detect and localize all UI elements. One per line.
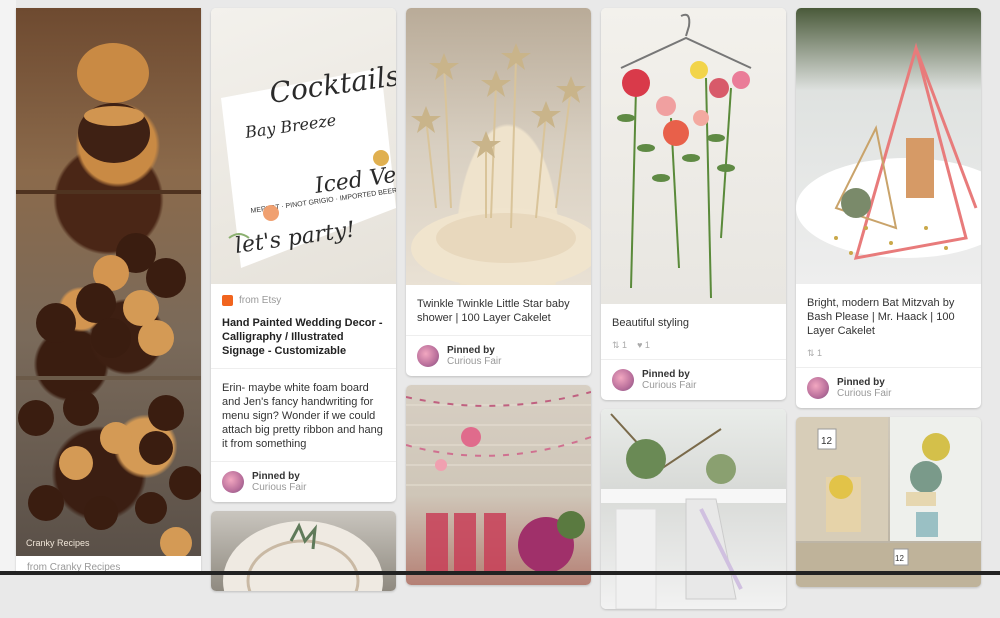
pin-flower-hanger[interactable]: Beautiful styling ⇅ 1 ♥ 1 Pinned by Curi… (601, 8, 786, 400)
pin-table-plates[interactable] (211, 511, 396, 591)
star-cake-photo (411, 43, 591, 285)
etsy-icon (222, 295, 233, 306)
flower-hanger-photo (617, 13, 752, 299)
pinned-by[interactable]: Pinned by Curious Fair (211, 461, 396, 502)
pin-image[interactable] (406, 8, 591, 285)
svg-text:12: 12 (821, 436, 833, 447)
pinned-label: Pinned by (837, 377, 885, 388)
geometric-decor-photo (796, 42, 981, 260)
pinner-name[interactable]: Curious Fair (837, 388, 891, 399)
pin-geometric-decor[interactable]: Bright, modern Bat Mitzvah by Bash Pleas… (796, 8, 981, 408)
column-5: Bright, modern Bat Mitzvah by Bash Pleas… (796, 8, 981, 596)
column-1: Cranky Recipes from Cranky Recipes (16, 8, 201, 582)
pinner-name[interactable]: Curious Fair (447, 356, 501, 367)
pinned-by[interactable]: Pinned by Curious Fair (796, 367, 981, 408)
pin-image[interactable] (406, 385, 591, 585)
pin-image[interactable]: Cocktails Bay Breeze Iced Velvet MERLOT … (211, 8, 396, 284)
pin-chocolate-truffles[interactable]: Cranky Recipes from Cranky Recipes (16, 8, 201, 573)
bottom-bar (0, 571, 1000, 575)
pinned-label: Pinned by (252, 471, 300, 482)
source-text: from Etsy (239, 295, 282, 306)
pin-table-numbers-collage[interactable]: 12 12 (796, 417, 981, 587)
pin-source[interactable]: from Etsy (211, 284, 396, 306)
pin-comment: Erin- maybe white foam board and Jen's f… (211, 368, 396, 461)
pinned-by[interactable]: Pinned by Curious Fair (601, 359, 786, 400)
pinner-name[interactable]: Curious Fair (252, 482, 306, 493)
pin-calligraphy-sign[interactable]: Cocktails Bay Breeze Iced Velvet MERLOT … (211, 8, 396, 502)
pin-stats: ⇅ 1 (796, 348, 981, 367)
repin-count: ⇅ 1 (612, 340, 628, 350)
pin-stats: ⇅ 1 ♥ 1 (601, 340, 786, 359)
pin-image[interactable]: 12 12 (796, 417, 981, 587)
pinned-label: Pinned by (642, 369, 690, 380)
pinner-name[interactable]: Curious Fair (642, 380, 696, 391)
pin-image[interactable] (211, 511, 396, 591)
pin-description: Twinkle Twinkle Little Star baby shower … (417, 298, 570, 324)
column-4: Beautiful styling ⇅ 1 ♥ 1 Pinned by Curi… (601, 8, 786, 618)
like-count: ♥ 1 (637, 340, 650, 350)
avatar[interactable] (807, 377, 829, 399)
pin-description: Bright, modern Bat Mitzvah by Bash Pleas… (807, 297, 955, 337)
pinned-label: Pinned by (447, 345, 495, 356)
chocolate-photo: Cranky Recipes (16, 43, 201, 556)
pin-image[interactable] (601, 8, 786, 304)
pin-description: Beautiful styling (612, 317, 690, 329)
svg-text:12: 12 (895, 554, 904, 563)
party-drinks-photo (406, 391, 591, 573)
avatar[interactable] (612, 369, 634, 391)
pin-party-drinks[interactable] (406, 385, 591, 585)
pin-star-cake[interactable]: Twinkle Twinkle Little Star baby shower … (406, 8, 591, 376)
plates-photo (223, 521, 383, 591)
avatar[interactable] (417, 345, 439, 367)
pin-image[interactable]: Cranky Recipes (16, 8, 201, 556)
watermark: Cranky Recipes (26, 538, 90, 548)
collage-photo: 12 12 (796, 417, 981, 587)
left-gutter (0, 0, 16, 575)
column-2: Cocktails Bay Breeze Iced Velvet MERLOT … (211, 8, 396, 600)
pin-image[interactable] (796, 8, 981, 284)
avatar[interactable] (222, 471, 244, 493)
calligraphy-art: Cocktails Bay Breeze Iced Velvet MERLOT … (221, 59, 396, 268)
pin-white-table[interactable] (601, 409, 786, 609)
white-table-photo (601, 413, 786, 609)
repin-count: ⇅ 1 (807, 348, 823, 358)
pin-description: Hand Painted Wedding Decor - Calligraphy… (222, 317, 383, 357)
column-3: Twinkle Twinkle Little Star baby shower … (406, 8, 591, 594)
pin-image[interactable] (601, 409, 786, 609)
pinned-by[interactable]: Pinned by Curious Fair (406, 335, 591, 376)
